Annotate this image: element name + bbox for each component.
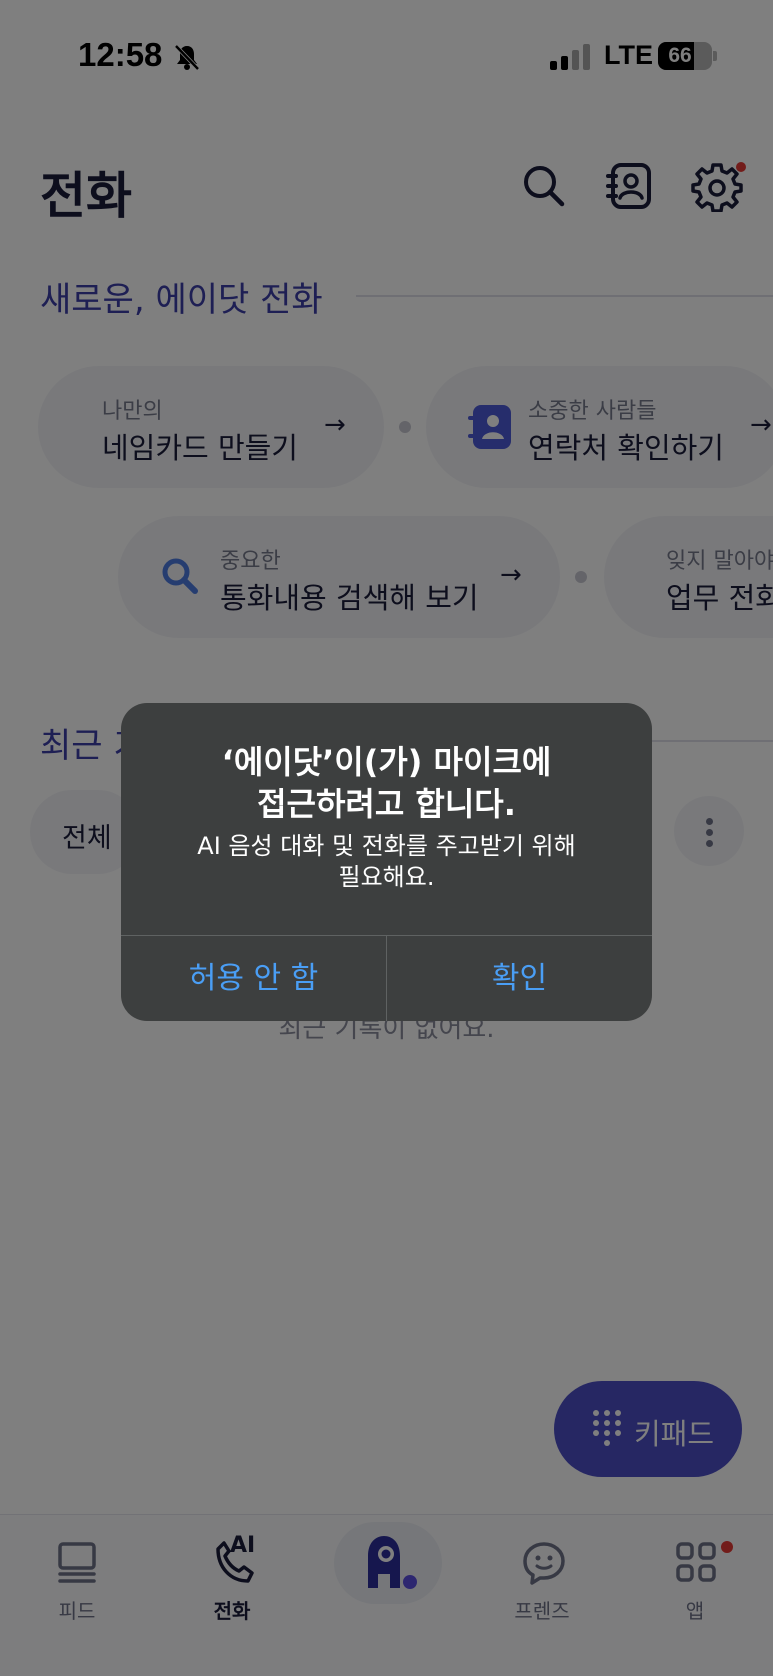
microphone-permission-dialog: ‘에이닷’이(가) 마이크에 접근하려고 합니다. AI 음성 대화 및 전화를… bbox=[121, 703, 652, 1021]
deny-button[interactable]: 허용 안 함 bbox=[121, 936, 386, 1021]
confirm-button[interactable]: 확인 bbox=[387, 936, 652, 1021]
dialog-title-line: 접근하려고 합니다. bbox=[257, 785, 516, 823]
dialog-title: ‘에이닷’이(가) 마이크에 접근하려고 합니다. bbox=[121, 741, 652, 825]
dialog-message: AI 음성 대화 및 전화를 주고받기 위해 필요해요. bbox=[161, 831, 612, 893]
dialog-message-line: AI 음성 대화 및 전화를 주고받기 위해 bbox=[197, 832, 576, 860]
dialog-message-line: 필요해요. bbox=[338, 863, 435, 891]
dialog-title-line: ‘에이닷’이(가) 마이크에 bbox=[221, 743, 552, 781]
